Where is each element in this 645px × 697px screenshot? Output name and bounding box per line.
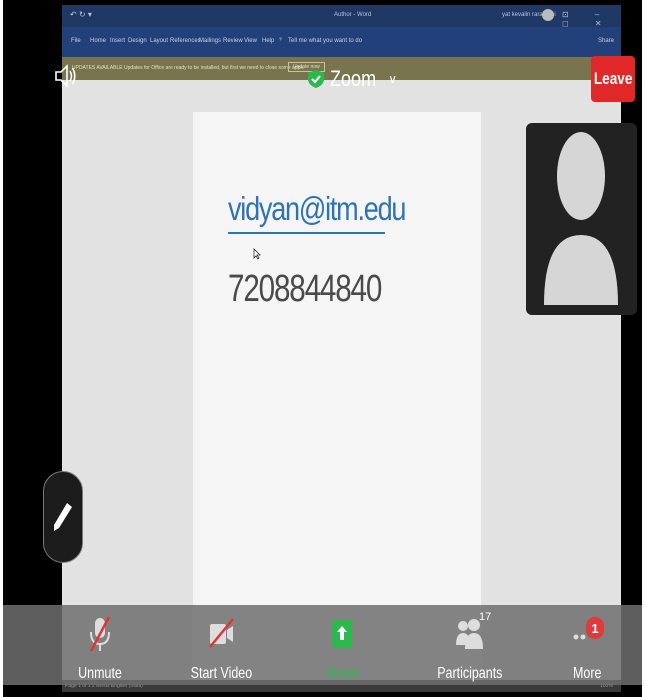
word-ribbon: File Home Insert Design Layout Reference… — [62, 27, 621, 57]
avatar-placeholder-icon — [544, 132, 618, 305]
ribbon-tab-mailings[interactable]: Mailings — [199, 38, 221, 44]
word-user-avatar — [542, 9, 554, 21]
ribbon-tab-insert[interactable]: Insert — [110, 38, 125, 44]
word-share-button[interactable]: Share — [598, 38, 614, 44]
participants-count: 17 — [479, 611, 492, 623]
ribbon-tab-review[interactable]: Review — [223, 38, 243, 44]
more-notification-badge: 1 — [586, 617, 604, 639]
leave-button[interactable]: Leave — [591, 56, 635, 102]
speaker-icon[interactable] — [53, 62, 77, 90]
start-video-button[interactable]: Start Video — [189, 605, 253, 685]
word-title-bar: Author - Word yat kevalin raramani ⊡ – ◻… — [62, 5, 621, 28]
share-screen-icon — [332, 620, 352, 648]
meeting-title: Zoom — [330, 66, 377, 91]
zoom-meeting-window: Author - Word yat kevalin raramani ⊡ – ◻… — [3, 0, 642, 697]
ribbon-tab-layout[interactable]: Layout — [150, 38, 168, 44]
tell-me-search[interactable]: Tell me what you want to do — [288, 38, 362, 44]
self-video-tile[interactable] — [526, 123, 637, 315]
microphone-muted-icon — [89, 616, 111, 652]
video-off-icon — [209, 618, 234, 648]
annotate-button[interactable] — [43, 471, 83, 563]
more-button[interactable]: 1 More — [565, 605, 609, 685]
meeting-toolbar: Unmute Start Video Share 17 Participants… — [3, 605, 642, 685]
pencil-icon — [54, 503, 72, 531]
share-label: Share — [325, 665, 359, 682]
ribbon-tab-design[interactable]: Design — [128, 38, 147, 44]
document-email: vidyan@itm.edu — [228, 190, 406, 227]
unmute-button[interactable]: Unmute — [75, 605, 125, 685]
participants-button[interactable]: 17 Participants — [425, 605, 515, 685]
shield-check-icon — [308, 70, 324, 88]
share-button[interactable]: Share — [320, 605, 364, 685]
word-title: Author - Word — [334, 12, 372, 18]
email-underline — [228, 232, 385, 234]
ribbon-tab-file[interactable]: File — [71, 38, 81, 44]
start-video-label: Start Video — [190, 665, 252, 682]
update-banner-text: UPDATES AVAILABLE Updates for Office are… — [72, 65, 305, 71]
word-quick-access: ↶ ↻ ▾ — [70, 10, 92, 19]
ribbon-tab-view[interactable]: View — [244, 38, 257, 44]
more-label: More — [572, 665, 602, 682]
unmute-label: Unmute — [78, 665, 122, 682]
mouse-cursor-icon — [253, 248, 261, 260]
participants-label: Participants — [437, 665, 503, 682]
ribbon-tab-help[interactable]: Help — [262, 38, 274, 44]
meeting-title-dropdown[interactable]: Zoom ∨ — [308, 66, 397, 92]
lightbulb-icon: ♀ — [278, 36, 284, 43]
word-window-controls: ⊡ – ◻ ✕ — [562, 10, 614, 28]
document-phone: 7208844840 — [228, 268, 382, 310]
ribbon-tab-home[interactable]: Home — [90, 38, 106, 44]
ribbon-tab-references[interactable]: References — [170, 38, 201, 44]
leave-button-label: Leave — [593, 69, 633, 88]
chevron-down-icon: ∨ — [388, 72, 398, 86]
